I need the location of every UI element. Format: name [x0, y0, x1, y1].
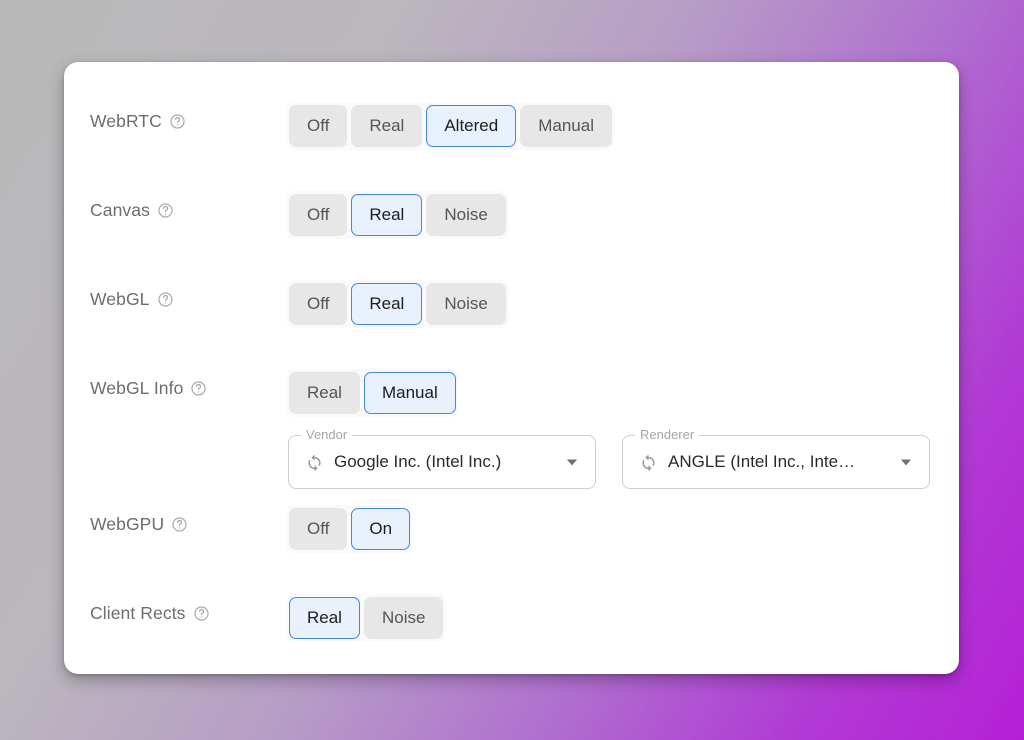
setting-control-webgl-info: Real Manual Vendor Google Inc. (Intel Inc.)…: [286, 353, 930, 489]
setting-row-webrtc: WebRTC Off Real Altered Manual: [64, 86, 959, 175]
toggle-group-webgl: Off Real Noise: [286, 280, 509, 328]
setting-control-webgl: Off Real Noise: [286, 264, 509, 328]
help-circle-icon[interactable]: [190, 380, 207, 397]
toggle-group-webgl-info: Real Manual: [286, 369, 459, 417]
help-circle-icon[interactable]: [171, 516, 188, 533]
help-circle-icon[interactable]: [169, 113, 186, 130]
select-value-vendor: Google Inc. (Intel Inc.): [334, 452, 502, 471]
toggle-option-webgl-info-real[interactable]: Real: [289, 372, 360, 414]
setting-label-webgl: WebGL: [90, 264, 286, 310]
toggle-option-canvas-real[interactable]: Real: [351, 194, 423, 236]
toggle-option-webgpu-off[interactable]: Off: [289, 508, 348, 550]
toggle-option-webrtc-real[interactable]: Real: [351, 105, 423, 147]
setting-label-text: WebGPU: [90, 514, 165, 534]
setting-label-webgpu: WebGPU: [90, 489, 286, 535]
setting-label-text: Canvas: [90, 200, 150, 220]
toggle-group-client-rects: Real Noise: [286, 594, 447, 642]
sync-icon[interactable]: [637, 451, 659, 473]
setting-label-webgl-info: WebGL Info: [90, 353, 286, 399]
setting-row-webgl-info: WebGL Info Real Manual Vendor Google Inc. (I…: [64, 353, 959, 489]
setting-label-webrtc: WebRTC: [90, 86, 286, 132]
setting-label-text: WebGL Info: [90, 378, 184, 398]
setting-row-webgl: WebGL Off Real Noise: [64, 264, 959, 353]
toggle-option-webgl-off[interactable]: Off: [289, 283, 348, 325]
select-legend-renderer: Renderer: [635, 428, 700, 441]
toggle-option-webgpu-on[interactable]: On: [351, 508, 411, 550]
toggle-option-canvas-noise[interactable]: Noise: [426, 194, 506, 236]
toggle-option-canvas-off[interactable]: Off: [289, 194, 348, 236]
toggle-group-canvas: Off Real Noise: [286, 191, 509, 239]
toggle-option-client-rects-real[interactable]: Real: [289, 597, 360, 639]
select-legend-vendor: Vendor: [301, 428, 353, 441]
setting-control-webrtc: Off Real Altered Manual: [286, 86, 615, 150]
setting-label-text: WebGL: [90, 289, 150, 309]
setting-label-text: WebRTC: [90, 111, 162, 131]
setting-label-client-rects: Client Rects: [90, 578, 286, 624]
toggle-option-webgl-info-manual[interactable]: Manual: [363, 372, 456, 414]
toggle-group-webrtc: Off Real Altered Manual: [286, 102, 615, 150]
toggle-option-webgl-noise[interactable]: Noise: [426, 283, 506, 325]
toggle-option-webrtc-altered[interactable]: Altered: [426, 105, 517, 147]
caret-down-icon[interactable]: [561, 451, 583, 473]
help-circle-icon[interactable]: [157, 291, 174, 308]
select-value-renderer: ANGLE (Intel Inc., Inte…: [668, 452, 856, 471]
settings-card: WebRTC Off Real Altered Manual Canvas Off Real N…: [64, 62, 959, 674]
toggle-group-webgpu: Off On: [286, 505, 414, 553]
setting-label-canvas: Canvas: [90, 175, 286, 221]
setting-label-text: Client Rects: [90, 603, 186, 623]
caret-down-icon[interactable]: [895, 451, 917, 473]
toggle-option-client-rects-noise[interactable]: Noise: [363, 597, 444, 639]
select-renderer[interactable]: Renderer ANGLE (Intel Inc., Inte…: [622, 428, 930, 489]
setting-row-webgpu: WebGPU Off On: [64, 489, 959, 578]
setting-row-client-rects: Client Rects Real Noise: [64, 578, 959, 667]
setting-control-client-rects: Real Noise: [286, 578, 447, 642]
settings-rows: WebRTC Off Real Altered Manual Canvas Off Real N…: [64, 62, 959, 667]
toggle-option-webgl-real[interactable]: Real: [351, 283, 423, 325]
toggle-option-webrtc-off[interactable]: Off: [289, 105, 348, 147]
select-vendor[interactable]: Vendor Google Inc. (Intel Inc.): [288, 428, 596, 489]
help-circle-icon[interactable]: [193, 605, 210, 622]
help-circle-icon[interactable]: [157, 202, 174, 219]
setting-control-webgpu: Off On: [286, 489, 414, 553]
toggle-option-webrtc-manual[interactable]: Manual: [520, 105, 612, 147]
setting-control-canvas: Off Real Noise: [286, 175, 509, 239]
setting-row-canvas: Canvas Off Real Noise: [64, 175, 959, 264]
sync-icon[interactable]: [303, 451, 325, 473]
dropdown-row-webgl-info: Vendor Google Inc. (Intel Inc.) Renderer AN…: [286, 428, 930, 489]
